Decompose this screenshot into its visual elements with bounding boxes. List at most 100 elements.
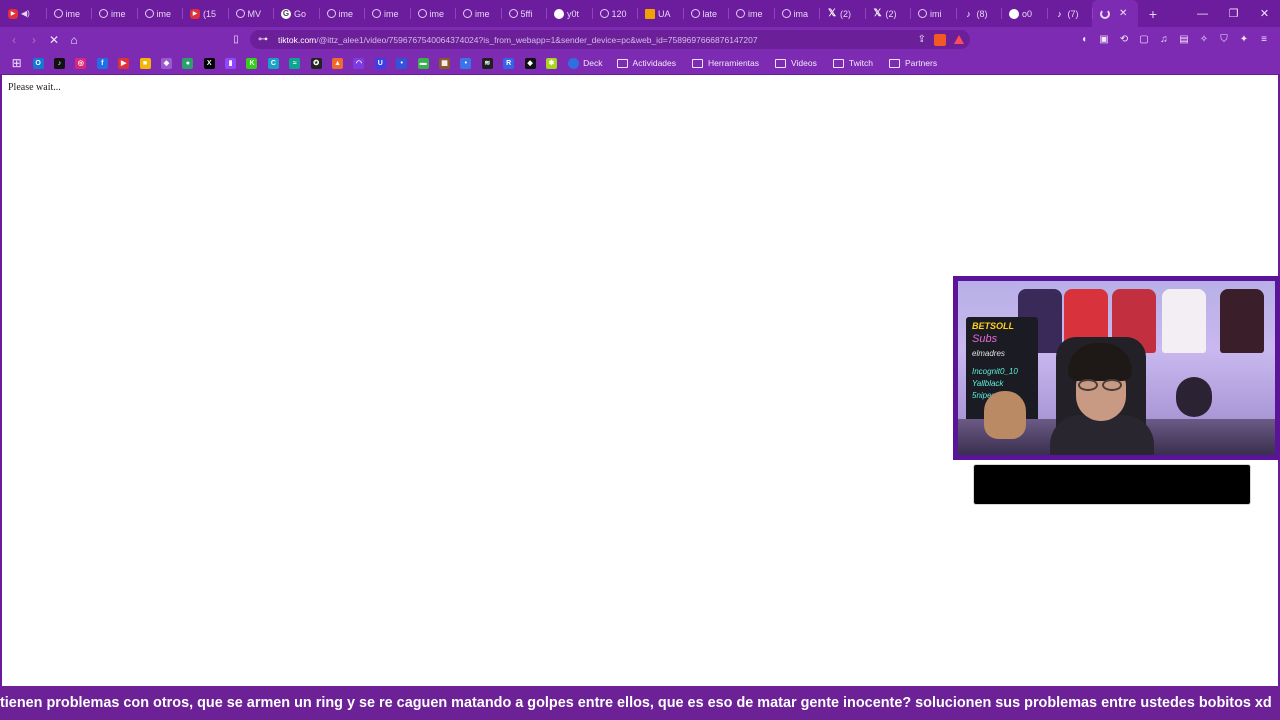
tab[interactable]: ime xyxy=(409,0,456,27)
blue-bookmark-icon[interactable]: U xyxy=(370,52,391,74)
globe-icon xyxy=(463,9,472,18)
ext-1-icon[interactable]: ◖ xyxy=(1076,32,1092,48)
bookmark-favicon: ● xyxy=(182,57,194,69)
address-bar[interactable]: ⊶ tiktok.com/@ittz_alee1/video/759676754… xyxy=(250,30,970,49)
ext-4-icon[interactable]: ▢ xyxy=(1136,32,1152,48)
apps-icon[interactable]: ⊞ xyxy=(6,52,27,74)
tab[interactable]: ime xyxy=(455,0,501,27)
cyan-bookmark-icon[interactable]: C xyxy=(263,52,284,74)
x-icon: 𝕏 xyxy=(827,7,837,19)
tab-active[interactable]: ✕ xyxy=(1092,0,1138,27)
sidebar-icon[interactable]: ▤ xyxy=(1176,32,1192,48)
tab[interactable]: ime xyxy=(318,0,365,27)
tab[interactable]: imi xyxy=(910,0,956,27)
tab[interactable]: ♪ (8) xyxy=(955,0,1002,27)
close-tab-icon[interactable]: ✕ xyxy=(1119,8,1127,19)
globe-icon xyxy=(417,9,427,18)
tab[interactable]: ima xyxy=(773,0,820,27)
facebook-bookmark-icon[interactable]: f xyxy=(92,52,113,74)
orange-bookmark-icon[interactable]: ▲ xyxy=(327,52,348,74)
bookmark-folder[interactable]: Videos xyxy=(767,52,825,74)
tab-title: ime xyxy=(338,8,354,19)
close-window-button[interactable]: ✕ xyxy=(1249,0,1280,27)
tab[interactable]: ▶ ◀) xyxy=(0,0,46,27)
restore-button[interactable]: ❐ xyxy=(1218,0,1249,27)
tab[interactable]: 𝕏 (2) xyxy=(864,0,911,27)
music-icon[interactable]: ♫ xyxy=(1156,32,1172,48)
violet-bookmark-icon[interactable]: ◠ xyxy=(348,52,369,74)
purple-bookmark-icon[interactable]: ◆ xyxy=(156,52,177,74)
diamond-bookmark-icon[interactable]: ◆ xyxy=(519,52,540,74)
tab[interactable]: ♪ (7) xyxy=(1046,0,1093,27)
bookmark-page-icon[interactable]: ▯ xyxy=(226,29,246,49)
tab[interactable]: G Go xyxy=(273,0,319,27)
menu-icon[interactable]: ≡ xyxy=(1256,32,1272,48)
bookmark-folder[interactable]: Herramientas xyxy=(684,52,767,74)
audio-playing-icon[interactable]: ◀) xyxy=(21,9,30,18)
r-bookmark-icon[interactable]: R xyxy=(498,52,519,74)
kick-bookmark-icon[interactable]: K xyxy=(241,52,262,74)
tab-title: ime xyxy=(156,8,172,19)
tab[interactable]: y0t xyxy=(546,0,592,27)
back-button[interactable]: ‹ xyxy=(4,30,24,50)
twitch-bookmark-icon[interactable]: ▮ xyxy=(220,52,241,74)
brave-rewards-icon[interactable] xyxy=(954,35,964,44)
tab[interactable]: ime xyxy=(91,0,137,27)
bookmark-favicon: ▦ xyxy=(439,57,450,69)
tab-title: late xyxy=(702,8,718,19)
tab[interactable]: 120 xyxy=(591,0,638,27)
puzzle-icon[interactable]: ✧ xyxy=(1196,32,1212,48)
instagram-bookmark-icon[interactable]: ◎ xyxy=(70,52,91,74)
site-info-icon[interactable]: ⊶ xyxy=(258,34,268,45)
bookmark-folder[interactable]: Twitch xyxy=(825,52,881,74)
tab[interactable]: UA xyxy=(637,0,683,27)
tab[interactable]: o0 xyxy=(1001,0,1047,27)
minimize-button[interactable]: — xyxy=(1187,0,1218,27)
share-icon[interactable]: ⇪ xyxy=(918,34,926,45)
board-line: elmadres xyxy=(972,349,1005,358)
ext-2-icon[interactable]: ▣ xyxy=(1096,32,1112,48)
tab[interactable]: ime xyxy=(136,0,183,27)
url-text[interactable]: tiktok.com/@ittz_alee1/video/75967675400… xyxy=(278,35,758,45)
bookmark-favicon: X xyxy=(203,57,215,69)
sparkle-icon[interactable]: ✦ xyxy=(1236,32,1252,48)
dot-bookmark-icon[interactable]: • xyxy=(455,52,476,74)
bookmark-favicon: O xyxy=(32,57,44,69)
outlook-bookmark-icon[interactable]: O xyxy=(27,52,48,74)
home-button[interactable]: ⌂ xyxy=(64,30,84,50)
tab[interactable]: late xyxy=(682,0,729,27)
tab[interactable]: ime xyxy=(364,0,410,27)
x-bookmark-icon[interactable]: X xyxy=(199,52,220,74)
ext-3-icon[interactable]: ⟲ xyxy=(1116,32,1132,48)
tab[interactable]: ime xyxy=(728,0,774,27)
brown-bookmark-icon[interactable]: ▦ xyxy=(434,52,455,74)
tab-title: (2) xyxy=(840,8,851,19)
tiktok-bookmark-icon[interactable]: ♪ xyxy=(49,52,70,74)
teal-bookmark-icon[interactable]: ≈ xyxy=(284,52,305,74)
tab[interactable]: ▶ (15 xyxy=(182,0,228,27)
yellow-bookmark-icon[interactable]: ■ xyxy=(134,52,155,74)
youtube-bookmark-icon[interactable]: ▶ xyxy=(113,52,134,74)
tab[interactable]: 5ffi xyxy=(500,0,547,27)
brave-shield-icon[interactable] xyxy=(934,33,946,46)
tab[interactable]: 𝕏 (2) xyxy=(819,0,865,27)
green-bookmark-icon[interactable]: ● xyxy=(177,52,198,74)
tab[interactable]: MV xyxy=(227,0,274,27)
lime-bookmark-icon[interactable]: ✱ xyxy=(541,52,562,74)
gear-bookmark-icon[interactable]: ✪ xyxy=(305,52,326,74)
stop-loading-button[interactable]: ✕ xyxy=(44,30,64,50)
tab[interactable]: ime xyxy=(45,0,92,27)
indigo-bookmark-icon[interactable]: • xyxy=(391,52,412,74)
vpn-icon[interactable]: ⛉ xyxy=(1216,32,1232,48)
new-tab-button[interactable]: + xyxy=(1142,0,1164,27)
forward-button[interactable]: › xyxy=(24,30,44,50)
globe-icon xyxy=(235,9,245,18)
bookmark-deck[interactable]: Deck xyxy=(562,52,608,74)
folder-icon xyxy=(616,58,628,68)
tab-list: ▶ ◀) ime ime ime ▶ (15 MV G Go ime ime ime ime 5ffi y0t… xyxy=(0,0,1092,27)
bookmark-folder[interactable]: Partners xyxy=(881,52,945,74)
music-bookmark-icon[interactable]: ≋ xyxy=(477,52,498,74)
chat-bookmark-icon[interactable]: ▬ xyxy=(412,52,433,74)
bookmark-folder[interactable]: Actividades xyxy=(609,52,684,74)
bookmark-folder-label: Actividades xyxy=(632,58,676,68)
